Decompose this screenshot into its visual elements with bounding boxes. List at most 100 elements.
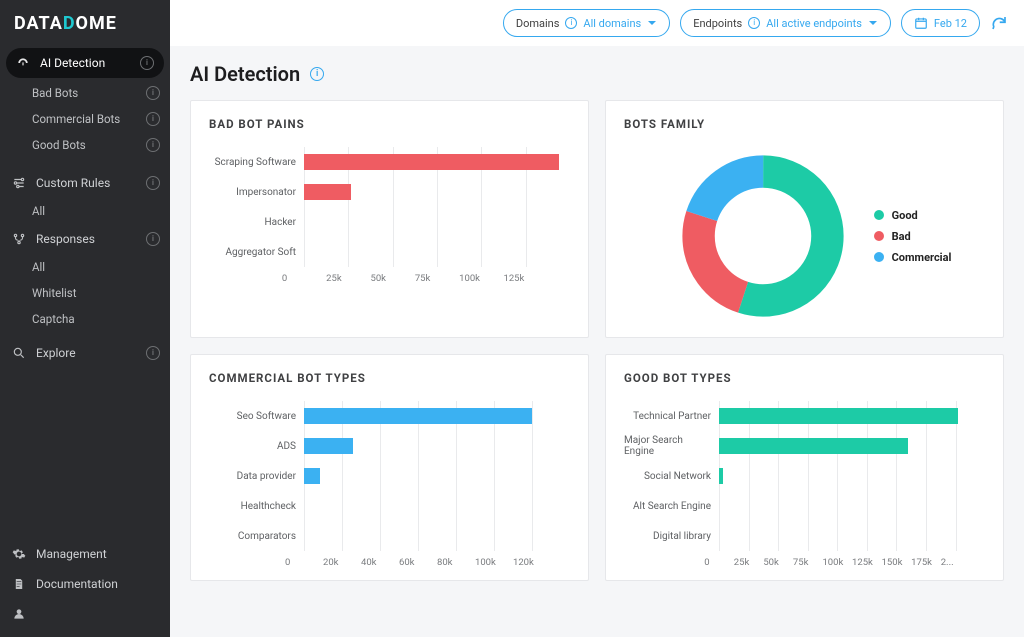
legend-label: Good xyxy=(892,209,918,222)
chart-tick-label: 150k xyxy=(882,557,912,568)
legend-bad: Bad xyxy=(874,230,952,243)
logo: DATADOME xyxy=(0,0,170,46)
chart-tick-label: 100k xyxy=(475,557,513,568)
chart-commercial-bot-types: Seo SoftwareADSData providerHealthcheckC… xyxy=(209,401,570,568)
logo-accent: D xyxy=(63,13,76,34)
chart-tick-label: 40k xyxy=(361,557,399,568)
nav-responses[interactable]: Responses i xyxy=(0,224,170,254)
chart-tick-label: 50k xyxy=(370,273,414,284)
donut-slice xyxy=(698,172,827,301)
chart-bar xyxy=(304,408,532,424)
nav-label: Captcha xyxy=(32,312,75,326)
info-icon: i xyxy=(748,17,760,29)
chart-category-label: ADS xyxy=(277,431,296,461)
nav-management[interactable]: Management xyxy=(0,539,170,569)
filter-value: All domains xyxy=(583,17,641,30)
chart-category-label: Digital library xyxy=(653,521,711,551)
nav-good-bots[interactable]: Good Bots i xyxy=(0,132,170,158)
nav-documentation[interactable]: Documentation xyxy=(0,569,170,599)
chart-bar xyxy=(304,154,559,170)
chart-tick-label: 100k xyxy=(822,557,852,568)
chart-bar xyxy=(719,468,723,484)
chart-tick-label: 175k xyxy=(911,557,941,568)
card-good-bot-types: GOOD BOT TYPES Technical PartnerMajor Se… xyxy=(605,354,1004,581)
nav-commercial-bots[interactable]: Commercial Bots i xyxy=(0,106,170,132)
nav-responses-all[interactable]: All xyxy=(0,254,170,280)
chart-tick-label: 0 xyxy=(704,557,734,568)
nav-label: Documentation xyxy=(36,577,118,591)
chart-category-label: Hacker xyxy=(265,207,296,237)
chart-bad-bot-pains: Scraping SoftwareImpersonatorHackerAggre… xyxy=(209,147,570,284)
legend-good: Good xyxy=(874,209,952,222)
date-picker[interactable]: Feb 12 xyxy=(901,9,980,37)
chart-category-label: Seo Software xyxy=(237,401,296,431)
domains-filter[interactable]: Domains i All domains xyxy=(503,9,670,37)
nav-explore[interactable]: Explore i xyxy=(0,338,170,368)
info-icon[interactable]: i xyxy=(310,67,324,81)
donut-legend: Good Bad Commercial xyxy=(874,209,952,264)
logo-text-1: DATA xyxy=(14,13,63,34)
chart-tick-label: 80k xyxy=(437,557,475,568)
chart-bar xyxy=(304,438,353,454)
nav-responses-whitelist[interactable]: Whitelist xyxy=(0,280,170,306)
info-icon[interactable]: i xyxy=(146,86,160,100)
chart-category-label: Impersonator xyxy=(236,177,296,207)
nav-account[interactable] xyxy=(0,599,170,629)
info-icon[interactable]: i xyxy=(146,112,160,126)
chart-tick-label: 75k xyxy=(793,557,823,568)
chart-tick-label: 20k xyxy=(323,557,361,568)
filter-label: Endpoints xyxy=(693,17,742,30)
date-value: Feb 12 xyxy=(934,17,967,30)
chart-tick-label: 100k xyxy=(459,273,503,284)
document-icon xyxy=(12,577,26,591)
nav-label: Explore xyxy=(36,346,76,360)
chart-category-label: Aggregator Soft xyxy=(225,237,296,267)
legend-commercial: Commercial xyxy=(874,251,952,264)
gauge-icon xyxy=(16,56,30,70)
nav-label: Whitelist xyxy=(32,286,76,300)
chart-tick-label: 0 xyxy=(285,557,323,568)
chart-bar xyxy=(304,468,320,484)
nav-bad-bots[interactable]: Bad Bots i xyxy=(0,80,170,106)
card-title: BOTS FAMILY xyxy=(624,117,985,131)
info-icon[interactable]: i xyxy=(146,232,160,246)
chart-tick-label: 25k xyxy=(734,557,764,568)
chart-category-label: Healthcheck xyxy=(241,491,296,521)
info-icon[interactable]: i xyxy=(140,56,154,70)
swatch-good xyxy=(874,210,884,220)
refresh-icon[interactable] xyxy=(990,14,1008,32)
chart-bar xyxy=(719,408,958,424)
sliders-icon xyxy=(12,176,26,190)
legend-label: Commercial xyxy=(892,251,952,264)
chevron-down-icon xyxy=(868,18,878,28)
info-icon: i xyxy=(565,17,577,29)
info-icon[interactable]: i xyxy=(146,138,160,152)
chart-tick-label: 120k xyxy=(513,557,551,568)
chart-tick-label: 50k xyxy=(763,557,793,568)
nav-ai-detection[interactable]: AI Detection i xyxy=(6,48,164,78)
page: AI Detection i BAD BOT PAINS Scraping So… xyxy=(170,46,1024,637)
nav-label: Bad Bots xyxy=(32,86,78,100)
nav-label: Good Bots xyxy=(32,138,86,152)
card-title: BAD BOT PAINS xyxy=(209,117,570,131)
endpoints-filter[interactable]: Endpoints i All active endpoints xyxy=(680,9,891,37)
nav-label: Commercial Bots xyxy=(32,112,120,126)
search-icon xyxy=(12,346,26,360)
chart-tick-label: 60k xyxy=(399,557,437,568)
card-bots-family: BOTS FAMILY Good Bad Commercial xyxy=(605,100,1004,338)
chart-category-label: Scraping Software xyxy=(215,147,296,177)
nav-custom-rules-all[interactable]: All xyxy=(0,198,170,224)
nav-responses-captcha[interactable]: Captcha xyxy=(0,306,170,332)
chart-category-label: Major Search Engine xyxy=(624,431,711,461)
chart-category-label: Data provider xyxy=(237,461,296,491)
card-bad-bot-pains: BAD BOT PAINS Scraping SoftwareImpersona… xyxy=(190,100,589,338)
nav-custom-rules[interactable]: Custom Rules i xyxy=(0,168,170,198)
chart-bar xyxy=(304,184,351,200)
info-icon[interactable]: i xyxy=(146,346,160,360)
info-icon[interactable]: i xyxy=(146,176,160,190)
filter-value: All active endpoints xyxy=(766,17,862,30)
gear-icon xyxy=(12,547,26,561)
chart-tick-label: 125k xyxy=(503,273,547,284)
legend-label: Bad xyxy=(892,230,911,243)
chevron-down-icon xyxy=(647,18,657,28)
